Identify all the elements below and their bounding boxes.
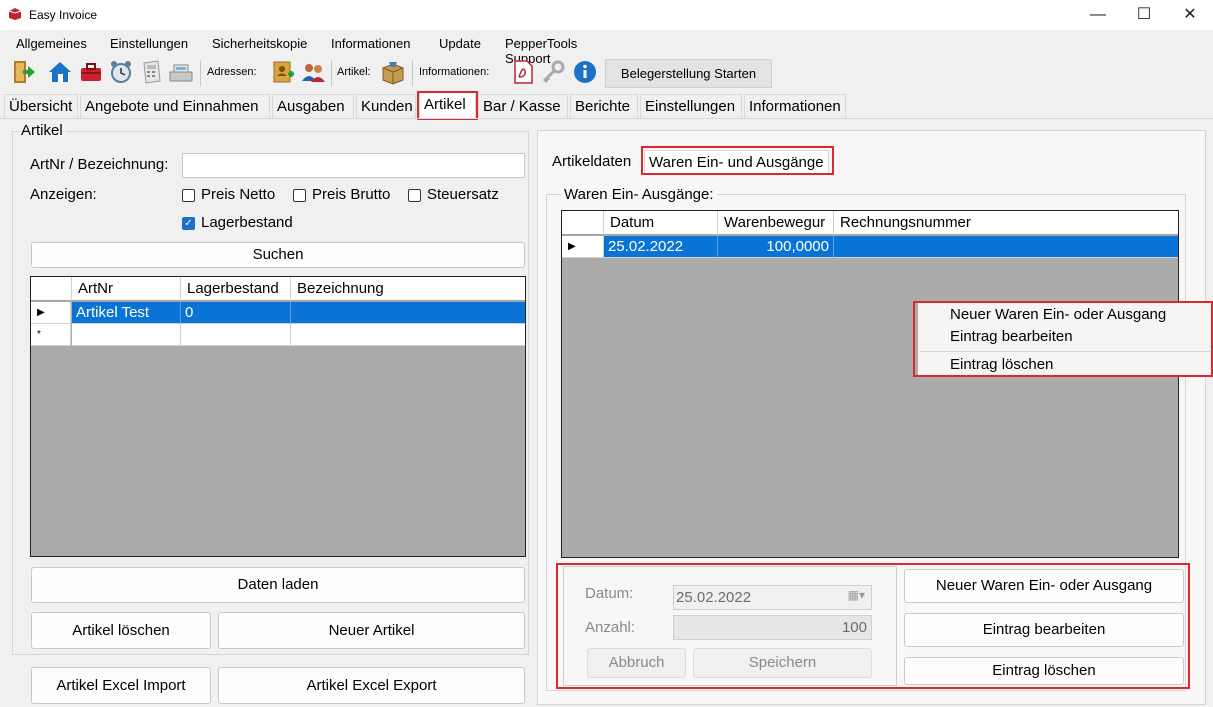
steuersatz-label: Steuersatz xyxy=(427,186,499,203)
cell-artnr[interactable]: Artikel Test xyxy=(72,302,181,324)
col-artnr[interactable]: ArtNr xyxy=(72,277,181,301)
artikel-excel-import-button[interactable]: Artikel Excel Import xyxy=(31,667,211,704)
new-row[interactable]: * xyxy=(31,324,525,346)
menu-einstellungen[interactable]: Einstellungen xyxy=(110,36,188,51)
highlight-waren-tab xyxy=(641,146,834,175)
col-warenbewegung[interactable]: Warenbewegur xyxy=(718,211,834,235)
new-row-marker: * xyxy=(31,324,71,346)
suchen-button[interactable]: Suchen xyxy=(31,242,525,268)
waren-group-title: Waren Ein- Ausgänge: xyxy=(561,186,717,203)
search-input[interactable] xyxy=(182,153,525,178)
alarm-clock-icon[interactable] xyxy=(108,59,134,85)
col-bezeichnung[interactable]: Bezeichnung xyxy=(291,277,525,301)
home-icon[interactable] xyxy=(47,59,73,85)
preis-brutto-label: Preis Brutto xyxy=(312,186,391,203)
neuer-artikel-button[interactable]: Neuer Artikel xyxy=(218,612,525,649)
tab-bar-kasse[interactable]: Bar / Kasse xyxy=(478,94,568,118)
preis-netto-checkbox[interactable] xyxy=(182,189,195,202)
anzeigen-label: Anzeigen: xyxy=(30,186,97,203)
artikel-grid[interactable]: ArtNr Lagerbestand Bezeichnung ▶ Artikel… xyxy=(30,276,526,557)
info-icon[interactable] xyxy=(572,59,598,85)
belegerstellung-starten-button[interactable]: Belegerstellung Starten xyxy=(605,59,772,88)
row-selector-icon[interactable]: ▶ xyxy=(31,302,71,324)
artikel-excel-export-button[interactable]: Artikel Excel Export xyxy=(218,667,525,704)
pdf-icon[interactable] xyxy=(510,59,536,85)
col-datum[interactable]: Datum xyxy=(604,211,718,235)
window-title: Easy Invoice xyxy=(29,8,98,22)
artikel-loeschen-button[interactable]: Artikel löschen xyxy=(31,612,211,649)
search-label: ArtNr / Bezeichnung: xyxy=(30,156,169,173)
minimize-button[interactable]: — xyxy=(1075,0,1121,30)
key-icon[interactable] xyxy=(540,59,566,85)
informationen-label: Informationen: xyxy=(419,66,490,78)
new-cell-artnr[interactable] xyxy=(72,324,181,346)
tab-artikeldaten[interactable]: Artikeldaten xyxy=(548,150,635,174)
steuersatz-checkbox[interactable] xyxy=(408,189,421,202)
daten-laden-button[interactable]: Daten laden xyxy=(31,567,525,603)
close-button[interactable]: ✕ xyxy=(1167,0,1213,30)
highlight-artikel-tab xyxy=(417,91,478,120)
new-cell-bezeichnung[interactable] xyxy=(291,324,525,346)
cell-bezeichnung[interactable] xyxy=(291,302,525,324)
new-cell-lagerbestand[interactable] xyxy=(181,324,291,346)
cell-lagerbestand[interactable]: 0 xyxy=(181,302,291,324)
tab-informationen[interactable]: Informationen xyxy=(744,94,846,118)
preis-netto-label: Preis Netto xyxy=(201,186,276,203)
artikel-group-title: Artikel xyxy=(18,122,66,139)
waren-row-header-corner xyxy=(562,211,604,235)
tab-divider xyxy=(0,118,1213,119)
col-rechnungsnummer[interactable]: Rechnungsnummer xyxy=(834,211,1178,235)
tab-ausgaben[interactable]: Ausgaben xyxy=(272,94,354,118)
table-row[interactable]: ▶ Artikel Test 0 xyxy=(31,302,525,324)
preis-brutto-checkbox[interactable] xyxy=(293,189,306,202)
cell-datum[interactable]: 25.02.2022 xyxy=(604,236,718,258)
cell-warenbewegung[interactable]: 100,0000 xyxy=(718,236,834,258)
tab-angebote-einnahmen[interactable]: Angebote und Einnahmen xyxy=(80,94,270,118)
waren-grid-header: Datum Warenbewegur Rechnungsnummer xyxy=(562,211,1178,235)
highlight-edit-area xyxy=(556,563,1190,689)
article-box-icon[interactable] xyxy=(380,59,406,85)
menu-informationen[interactable]: Informationen xyxy=(331,36,411,51)
contacts-icon[interactable] xyxy=(300,59,326,85)
calculator-icon[interactable] xyxy=(138,59,164,85)
table-row[interactable]: ▶ 25.02.2022 100,0000 xyxy=(562,236,1178,258)
cash-register-icon[interactable] xyxy=(168,59,194,85)
toolbox-icon[interactable] xyxy=(78,59,104,85)
exit-icon[interactable] xyxy=(11,59,37,85)
menu-update[interactable]: Update xyxy=(439,36,481,51)
adressen-label: Adressen: xyxy=(207,66,257,78)
lagerbestand-label: Lagerbestand xyxy=(201,214,293,231)
cell-rechnungsnummer[interactable] xyxy=(834,236,1178,258)
row-selector-icon[interactable]: ▶ xyxy=(562,236,604,258)
app-logo-icon xyxy=(8,7,22,21)
tab-uebersicht[interactable]: Übersicht xyxy=(4,94,78,118)
tab-kunden[interactable]: Kunden xyxy=(356,94,416,118)
tab-berichte[interactable]: Berichte xyxy=(570,94,638,118)
waren-grid[interactable]: Datum Warenbewegur Rechnungsnummer ▶ 25.… xyxy=(561,210,1179,558)
row-header-corner xyxy=(31,277,72,301)
menu-allgemeines[interactable]: Allgemeines xyxy=(16,36,87,51)
artikel-label: Artikel: xyxy=(337,66,371,78)
highlight-context-menu xyxy=(913,301,1213,377)
artikel-grid-header: ArtNr Lagerbestand Bezeichnung xyxy=(31,277,525,301)
menu-sicherheitskopie[interactable]: Sicherheitskopie xyxy=(212,36,307,51)
tab-einstellungen[interactable]: Einstellungen xyxy=(640,94,742,118)
title-bar xyxy=(0,0,1213,30)
lagerbestand-checkbox[interactable]: ✓ xyxy=(182,217,195,230)
address-book-icon[interactable] xyxy=(270,59,296,85)
maximize-button[interactable]: ☐ xyxy=(1121,0,1167,30)
col-lagerbestand[interactable]: Lagerbestand xyxy=(181,277,291,301)
